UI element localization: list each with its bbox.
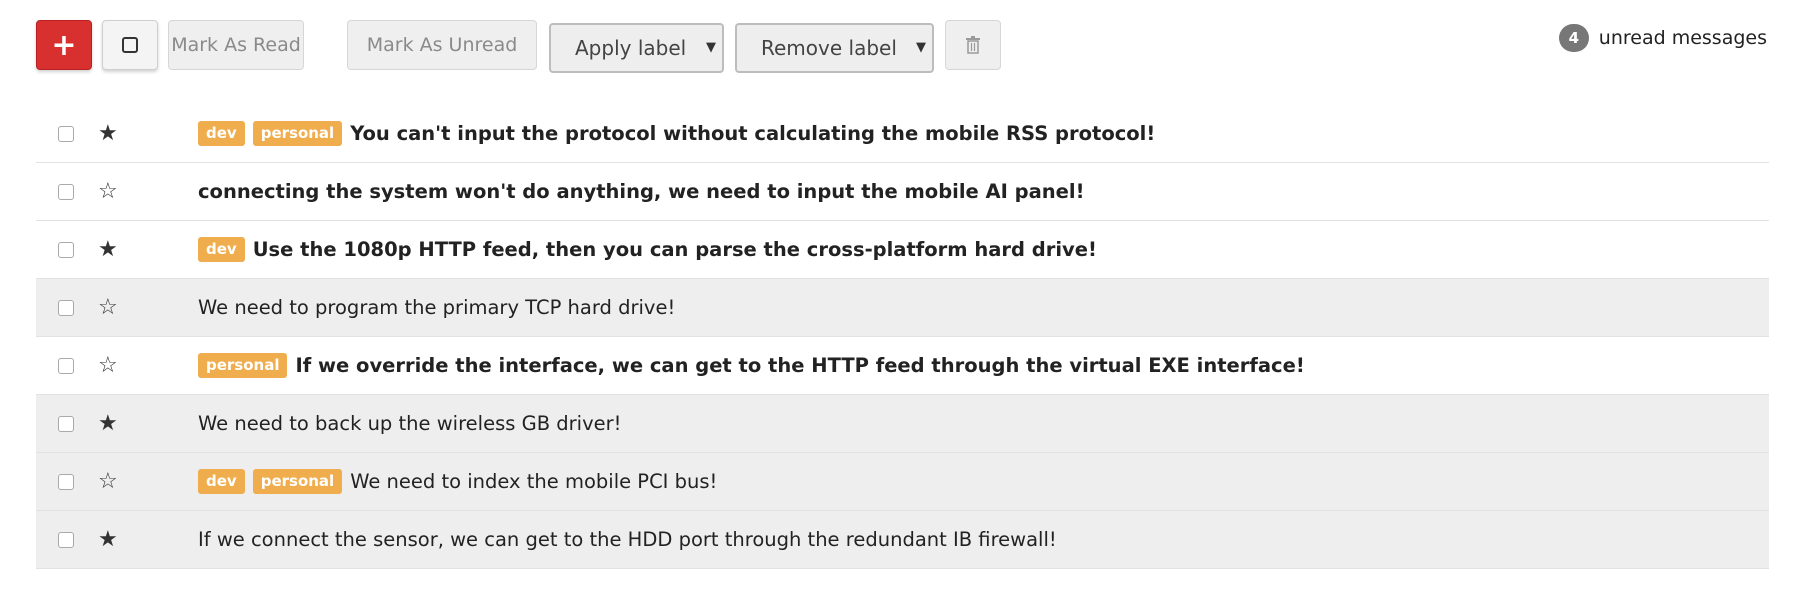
message-subject[interactable]: If we override the interface, we can get…	[295, 354, 1304, 377]
message-content: We need to back up the wireless GB drive…	[198, 412, 621, 435]
star-outline-icon[interactable]: ☆	[98, 353, 118, 378]
unread-messages-text: unread messages	[1598, 27, 1767, 49]
apply-label-text: Apply label	[575, 36, 687, 60]
remove-label-select[interactable]: Remove label ▼	[735, 23, 934, 73]
message-checkbox[interactable]	[58, 357, 74, 374]
message-checkbox[interactable]	[58, 125, 74, 142]
mark-as-read-button[interactable]: Mark As Read	[168, 20, 304, 70]
label-badge: dev	[198, 469, 245, 494]
star-filled-icon[interactable]: ★	[98, 121, 118, 146]
star-filled-icon[interactable]: ★	[98, 527, 118, 552]
message-content: If we connect the sensor, we can get to …	[198, 528, 1057, 551]
compose-button[interactable]: +	[36, 20, 92, 70]
message-checkbox[interactable]	[58, 415, 74, 432]
star-outline-icon[interactable]: ☆	[98, 469, 118, 494]
message-subject[interactable]: If we connect the sensor, we can get to …	[198, 528, 1057, 551]
message-content: personal If we override the interface, we…	[198, 353, 1305, 378]
message-row[interactable]: ☆ personal If we override the interface, w…	[36, 337, 1769, 395]
message-list: ★ dev personal You can't input the protocol…	[36, 105, 1769, 569]
caret-down-icon: ▼	[706, 40, 716, 55]
message-row[interactable]: ★ dev Use the 1080p HTTP feed, then you ca…	[36, 221, 1769, 279]
message-row[interactable]: ★ If we connect the sensor, we can get to…	[36, 511, 1769, 569]
star-outline-icon[interactable]: ☆	[98, 295, 118, 320]
unread-counter: 4 unread messages	[1558, 20, 1767, 56]
message-row[interactable]: ★ dev personal You can't input the protocol…	[36, 105, 1769, 163]
message-subject[interactable]: We need to program the primary TCP hard …	[198, 296, 675, 319]
label-badge: personal	[198, 353, 288, 378]
label-badge: dev	[198, 237, 245, 262]
remove-label-text: Remove label	[761, 36, 897, 60]
message-checkbox[interactable]	[58, 241, 74, 258]
message-subject[interactable]: We need to back up the wireless GB drive…	[198, 412, 621, 435]
message-subject[interactable]: connecting the system won't do anything,…	[198, 180, 1084, 203]
square-icon	[122, 37, 138, 53]
select-all-button[interactable]	[102, 20, 158, 70]
message-row[interactable]: ☆ dev personal We need to index the mobile …	[36, 453, 1769, 511]
message-content: connecting the system won't do anything,…	[198, 180, 1084, 203]
message-content: dev personal We need to index the mobile P…	[198, 469, 717, 494]
message-row[interactable]: ★ We need to back up the wireless GB driv…	[36, 395, 1769, 453]
message-content: dev personal You can't input the protocol …	[198, 121, 1155, 146]
plus-icon: +	[51, 27, 77, 63]
unread-count-badge: 4	[1558, 24, 1589, 52]
message-subject[interactable]: Use the 1080p HTTP feed, then you can pa…	[253, 238, 1097, 261]
message-checkbox[interactable]	[58, 299, 74, 316]
message-subject[interactable]: You can't input the protocol without cal…	[350, 122, 1155, 145]
message-checkbox[interactable]	[58, 531, 74, 548]
star-outline-icon[interactable]: ☆	[98, 179, 118, 204]
label-badge: personal	[252, 469, 343, 494]
message-content: We need to program the primary TCP hard …	[198, 296, 675, 319]
mark-as-unread-button[interactable]: Mark As Unread	[347, 20, 537, 70]
trash-icon	[966, 36, 980, 54]
message-subject[interactable]: We need to index the mobile PCI bus!	[350, 470, 717, 493]
label-badge: dev	[198, 121, 245, 146]
delete-button[interactable]	[945, 20, 1001, 70]
caret-down-icon: ▼	[916, 40, 926, 55]
apply-label-select[interactable]: Apply label ▼	[549, 23, 724, 73]
message-checkbox[interactable]	[58, 183, 74, 200]
message-checkbox[interactable]	[58, 473, 74, 490]
toolbar: + Mark As Read Mark As Unread Apply labe…	[36, 20, 1767, 73]
label-badge: personal	[252, 121, 343, 146]
message-row[interactable]: ☆ connecting the system won't do anything…	[36, 163, 1769, 221]
message-content: dev Use the 1080p HTTP feed, then you can…	[198, 237, 1097, 262]
message-row[interactable]: ☆ We need to program the primary TCP hard…	[36, 279, 1769, 337]
star-filled-icon[interactable]: ★	[98, 411, 118, 436]
star-filled-icon[interactable]: ★	[98, 237, 118, 262]
